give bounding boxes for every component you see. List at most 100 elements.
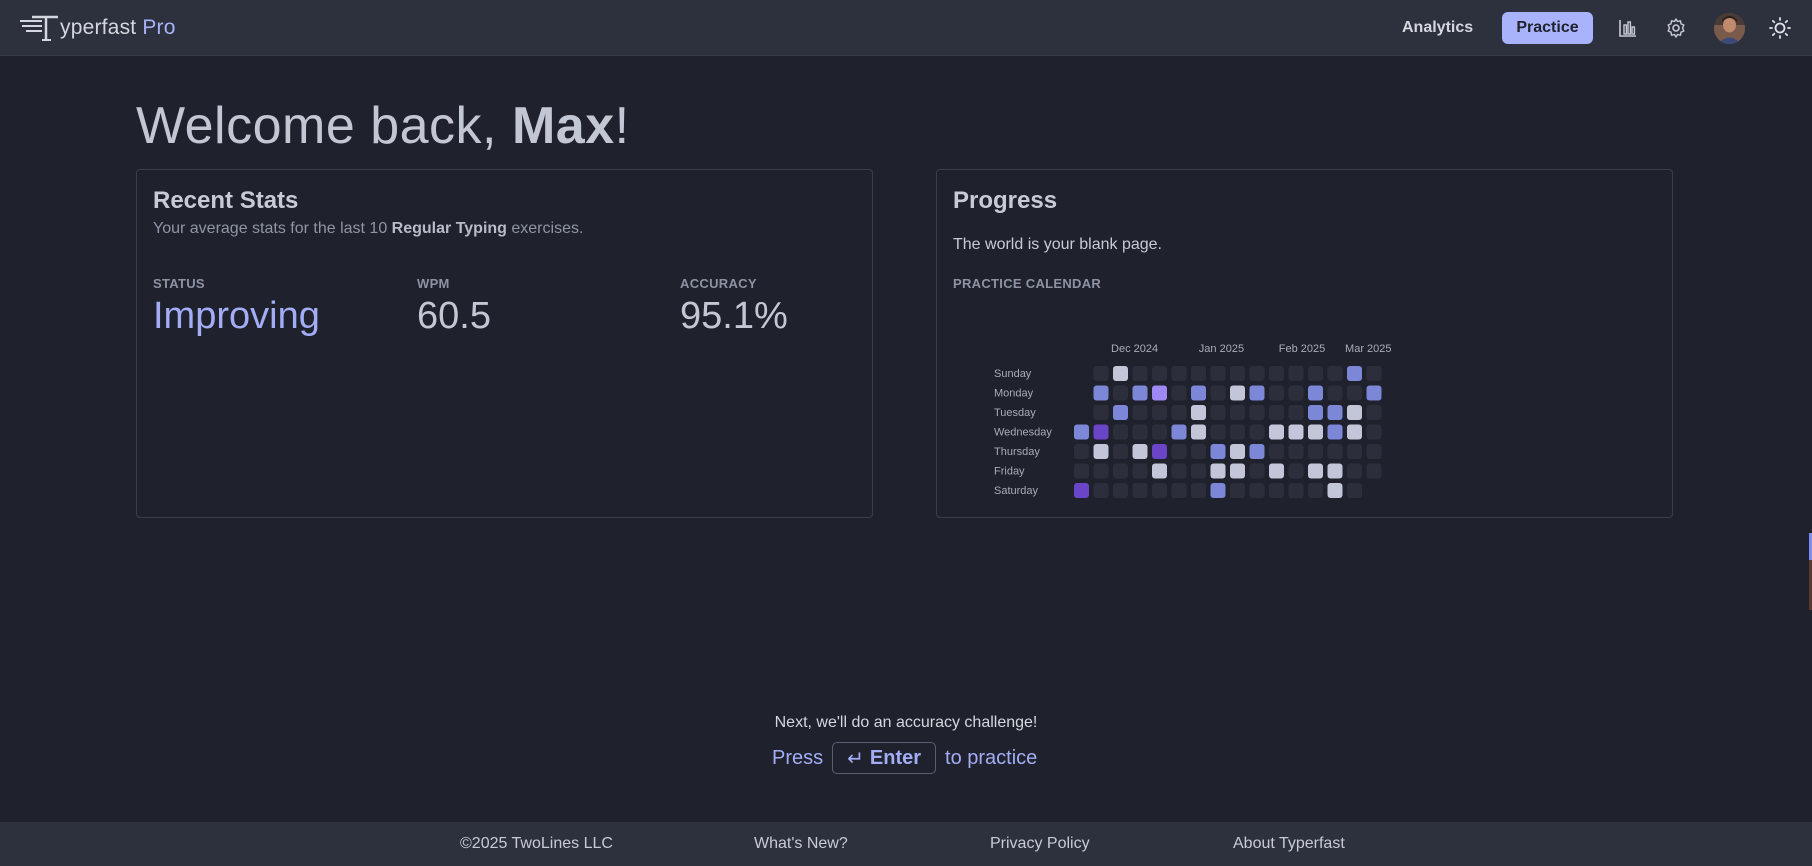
calendar-day-cell[interactable] <box>1152 444 1167 459</box>
calendar-day-cell[interactable] <box>1288 463 1304 479</box>
calendar-day-cell[interactable] <box>1171 385 1187 401</box>
calendar-day-cell[interactable] <box>1191 424 1206 440</box>
calendar-day-cell[interactable] <box>1347 366 1362 381</box>
calendar-day-cell[interactable] <box>1210 366 1226 381</box>
typerfast-logo[interactable]: yperfast Pro <box>18 12 176 44</box>
calendar-day-cell[interactable] <box>1249 405 1265 420</box>
footer-whats-new-link[interactable]: What's New? <box>754 835 848 853</box>
calendar-day-cell[interactable] <box>1152 424 1167 440</box>
calendar-day-cell[interactable] <box>1288 424 1304 440</box>
calendar-day-cell[interactable] <box>1249 424 1265 440</box>
calendar-day-cell[interactable] <box>1347 405 1362 420</box>
calendar-day-cell[interactable] <box>1366 405 1382 420</box>
calendar-day-cell[interactable] <box>1093 463 1109 479</box>
calendar-day-cell[interactable] <box>1288 385 1304 401</box>
calendar-day-cell[interactable] <box>1132 444 1148 459</box>
calendar-day-cell[interactable] <box>1171 444 1187 459</box>
calendar-day-cell[interactable] <box>1230 424 1245 440</box>
calendar-day-cell[interactable] <box>1269 483 1284 498</box>
calendar-day-cell[interactable] <box>1171 405 1187 420</box>
calendar-day-cell[interactable] <box>1093 483 1109 498</box>
sun-icon[interactable] <box>1768 16 1792 40</box>
calendar-day-cell[interactable] <box>1308 483 1323 498</box>
calendar-day-cell[interactable] <box>1113 385 1128 401</box>
footer-about-link[interactable]: About Typerfast <box>1233 835 1345 853</box>
bar-chart-icon[interactable] <box>1616 16 1640 40</box>
calendar-day-cell[interactable] <box>1347 424 1362 440</box>
calendar-day-cell[interactable] <box>1327 405 1343 420</box>
calendar-day-cell[interactable] <box>1074 444 1089 459</box>
nav-practice-button[interactable]: Practice <box>1502 12 1593 44</box>
calendar-day-cell[interactable] <box>1210 463 1226 479</box>
calendar-day-cell[interactable] <box>1171 424 1187 440</box>
calendar-day-cell[interactable] <box>1191 483 1206 498</box>
calendar-day-cell[interactable] <box>1249 483 1265 498</box>
calendar-day-cell[interactable] <box>1093 424 1109 440</box>
calendar-day-cell[interactable] <box>1288 483 1304 498</box>
calendar-day-cell[interactable] <box>1269 424 1284 440</box>
gear-icon[interactable] <box>1664 16 1688 40</box>
calendar-day-cell[interactable] <box>1308 385 1323 401</box>
calendar-day-cell[interactable] <box>1308 424 1323 440</box>
calendar-day-cell[interactable] <box>1230 444 1245 459</box>
calendar-day-cell[interactable] <box>1132 483 1148 498</box>
calendar-day-cell[interactable] <box>1347 385 1362 401</box>
calendar-day-cell[interactable] <box>1327 385 1343 401</box>
calendar-day-cell[interactable] <box>1366 366 1382 381</box>
calendar-day-cell[interactable] <box>1308 366 1323 381</box>
calendar-day-cell[interactable] <box>1249 463 1265 479</box>
calendar-day-cell[interactable] <box>1288 444 1304 459</box>
calendar-day-cell[interactable] <box>1230 483 1245 498</box>
calendar-day-cell[interactable] <box>1269 444 1284 459</box>
calendar-day-cell[interactable] <box>1366 385 1382 401</box>
calendar-day-cell[interactable] <box>1152 405 1167 420</box>
calendar-day-cell[interactable] <box>1171 463 1187 479</box>
calendar-day-cell[interactable] <box>1093 366 1109 381</box>
calendar-day-cell[interactable] <box>1366 463 1382 479</box>
enter-key-button[interactable]: ↵ Enter <box>832 742 937 774</box>
calendar-day-cell[interactable] <box>1210 483 1226 498</box>
calendar-day-cell[interactable] <box>1113 405 1128 420</box>
nav-analytics-link[interactable]: Analytics <box>1402 14 1473 42</box>
calendar-day-cell[interactable] <box>1152 483 1167 498</box>
calendar-day-cell[interactable] <box>1327 444 1343 459</box>
calendar-day-cell[interactable] <box>1308 444 1323 459</box>
calendar-day-cell[interactable] <box>1132 405 1148 420</box>
calendar-day-cell[interactable] <box>1152 385 1167 401</box>
calendar-day-cell[interactable] <box>1152 463 1167 479</box>
calendar-day-cell[interactable] <box>1347 483 1362 498</box>
calendar-day-cell[interactable] <box>1132 366 1148 381</box>
calendar-day-cell[interactable] <box>1249 444 1265 459</box>
calendar-day-cell[interactable] <box>1269 405 1284 420</box>
calendar-day-cell[interactable] <box>1210 444 1226 459</box>
calendar-day-cell[interactable] <box>1269 366 1284 381</box>
calendar-day-cell[interactable] <box>1230 366 1245 381</box>
calendar-day-cell[interactable] <box>1191 444 1206 459</box>
calendar-day-cell[interactable] <box>1347 444 1362 459</box>
calendar-day-cell[interactable] <box>1191 366 1206 381</box>
footer-privacy-link[interactable]: Privacy Policy <box>990 835 1090 853</box>
calendar-day-cell[interactable] <box>1132 424 1148 440</box>
calendar-day-cell[interactable] <box>1327 366 1343 381</box>
calendar-day-cell[interactable] <box>1249 366 1265 381</box>
calendar-day-cell[interactable] <box>1327 483 1343 498</box>
calendar-day-cell[interactable] <box>1269 463 1284 479</box>
calendar-day-cell[interactable] <box>1074 483 1089 498</box>
calendar-day-cell[interactable] <box>1171 366 1187 381</box>
calendar-day-cell[interactable] <box>1210 424 1226 440</box>
calendar-day-cell[interactable] <box>1230 405 1245 420</box>
calendar-day-cell[interactable] <box>1093 405 1109 420</box>
calendar-day-cell[interactable] <box>1288 405 1304 420</box>
calendar-day-cell[interactable] <box>1132 463 1148 479</box>
calendar-day-cell[interactable] <box>1210 405 1226 420</box>
calendar-day-cell[interactable] <box>1366 424 1382 440</box>
calendar-day-cell[interactable] <box>1249 385 1265 401</box>
calendar-day-cell[interactable] <box>1093 385 1109 401</box>
calendar-day-cell[interactable] <box>1347 463 1362 479</box>
calendar-day-cell[interactable] <box>1113 463 1128 479</box>
calendar-day-cell[interactable] <box>1113 424 1128 440</box>
calendar-day-cell[interactable] <box>1327 424 1343 440</box>
calendar-day-cell[interactable] <box>1269 385 1284 401</box>
calendar-day-cell[interactable] <box>1230 463 1245 479</box>
calendar-day-cell[interactable] <box>1074 463 1089 479</box>
